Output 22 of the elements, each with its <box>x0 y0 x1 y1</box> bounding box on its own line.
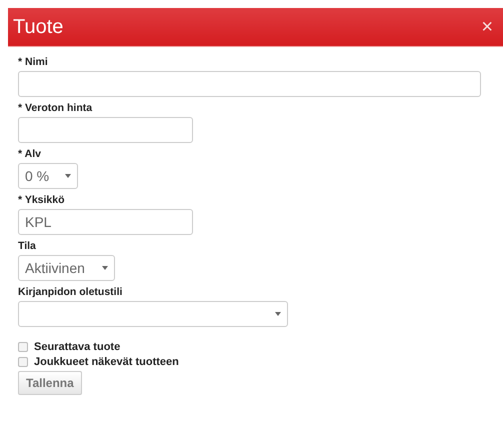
input-field[interactable]: KPL <box>18 209 193 235</box>
checkbox-label: Seurattava tuote <box>34 341 120 353</box>
checkbox[interactable] <box>18 357 28 367</box>
caret-icon <box>275 312 281 316</box>
dialog-title: Tuote <box>13 16 64 38</box>
checkbox[interactable] <box>18 342 28 352</box>
field-label: Kirjanpidon oletustili <box>18 286 124 298</box>
caret-icon <box>102 266 108 270</box>
field-label: * Yksikkö <box>18 194 66 206</box>
select-field[interactable]: Aktiivinen <box>18 255 115 281</box>
input-field[interactable] <box>18 117 193 143</box>
save-button[interactable]: Tallenna <box>18 371 82 395</box>
checkbox-label: Joukkueet näkevät tuotteen <box>34 356 179 368</box>
field-label: * Alv <box>18 148 42 160</box>
caret-icon <box>65 174 71 178</box>
select-field[interactable] <box>18 301 288 327</box>
field-label: * Nimi <box>18 56 49 68</box>
field-label: Tila <box>18 240 37 252</box>
select-field[interactable]: 0 % <box>18 163 78 189</box>
field-label: * Veroton hinta <box>18 102 94 114</box>
input-field[interactable] <box>18 71 481 97</box>
close-button[interactable]: × <box>481 16 493 38</box>
